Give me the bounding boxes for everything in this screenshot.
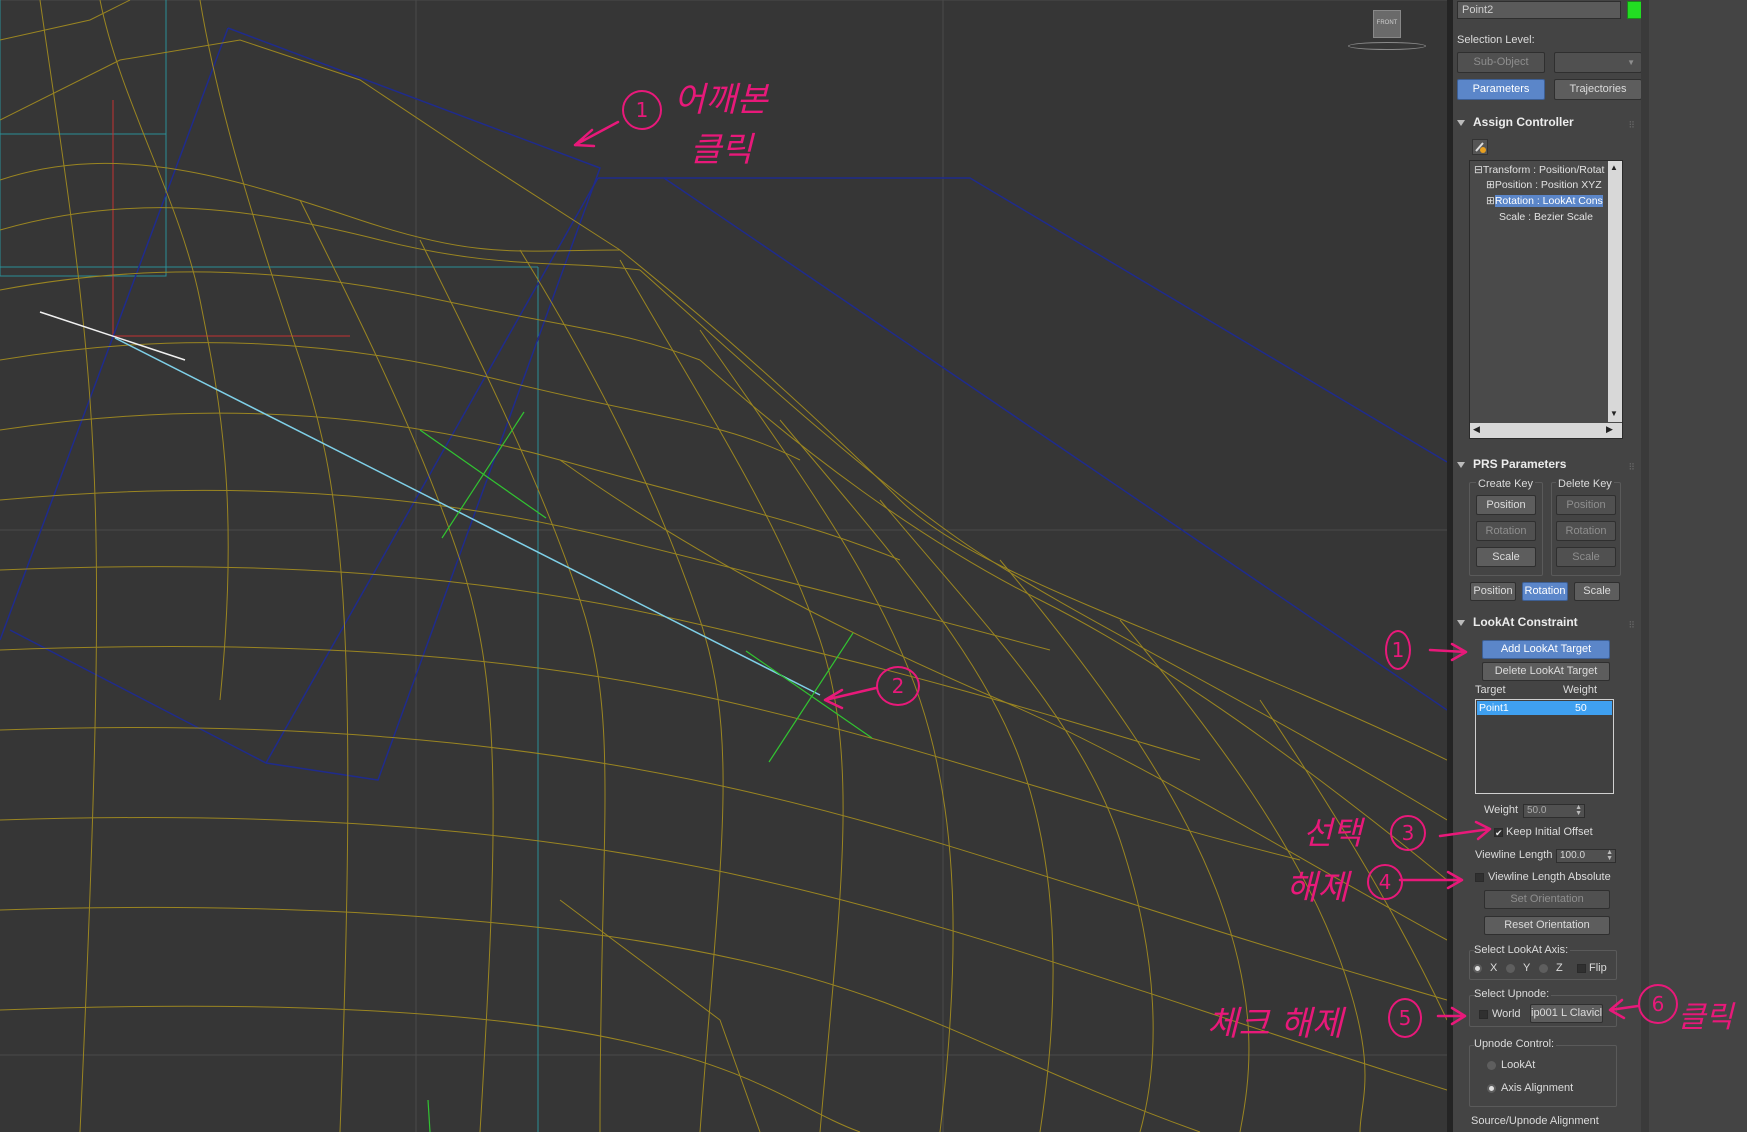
annotation-step-1-top: 1 (622, 90, 662, 130)
annotation-select-text: 선택 (1303, 814, 1362, 852)
annotation-shoulder-bone: 어깨본 (674, 80, 768, 120)
annotation-step-1-add: 1 (1385, 630, 1411, 670)
annotation-step-6: 6 (1638, 984, 1678, 1024)
annotation-step-3: 3 (1390, 815, 1426, 851)
annotation-arrows (573, 120, 1640, 1026)
annotation-click-top: 클릭 (690, 130, 753, 170)
annotation-step-4: 4 (1367, 864, 1403, 900)
annotation-click-text: 클릭 (1678, 1000, 1734, 1035)
annotation-step-5: 5 (1388, 998, 1422, 1038)
annotation-uncheck-text: 체크 해제 (1207, 1004, 1343, 1044)
annotation-step-2: 2 (876, 666, 920, 706)
annotation-release-text: 해제 (1286, 868, 1349, 908)
